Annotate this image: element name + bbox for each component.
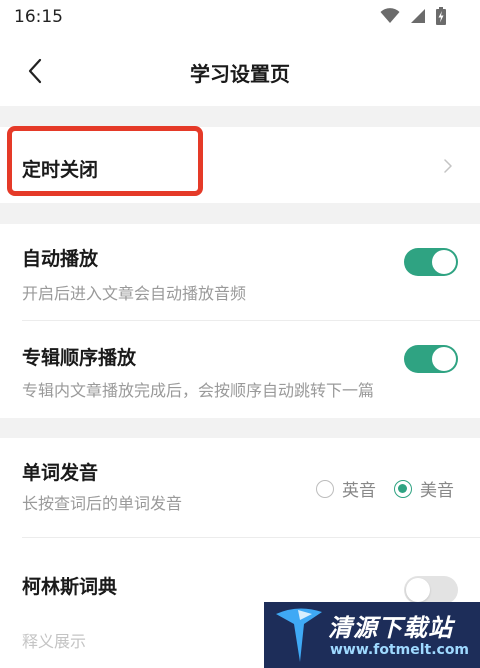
toggle-knob [432, 347, 456, 371]
album-order-toggle[interactable] [404, 345, 458, 373]
chevron-right-icon [444, 159, 452, 173]
watermark-url: www.fotmelt.com [330, 642, 470, 658]
toggle-knob [432, 250, 456, 274]
toggle-knob [406, 578, 430, 602]
auto-play-toggle[interactable] [404, 248, 458, 276]
radio-british[interactable]: 英音 [316, 476, 376, 501]
radio-american[interactable]: 美音 [394, 476, 454, 501]
setting-album-order: 专辑顺序播放 专辑内文章播放完成后，会按顺序自动跳转下一篇 [0, 321, 480, 418]
setting-title: 专辑顺序播放 [22, 347, 137, 369]
radio-circle [316, 479, 334, 498]
setting-word-pronunciation: 单词发音 长按查词后的单词发音 英音 美音 [0, 438, 480, 538]
status-time: 16:15 [14, 7, 63, 27]
radio-label: 英音 [342, 481, 376, 501]
highlight-box [7, 126, 203, 196]
setting-auto-play: 自动播放 开启后进入文章会自动播放音频 [0, 224, 480, 321]
radio-label: 美音 [420, 481, 454, 501]
setting-description: 长按查词后的单词发音 [22, 494, 183, 513]
watermark-logo-icon [276, 608, 322, 662]
page-title: 学习设置页 [190, 62, 290, 86]
status-icons [380, 7, 446, 25]
watermark: 清源下载站 www.fotmelt.com [264, 602, 480, 668]
nav-bar: 学习设置页 [0, 36, 480, 106]
setting-title: 自动播放 [22, 248, 99, 270]
setting-description: 释义展示 [22, 632, 87, 651]
wifi-icon [380, 8, 400, 23]
pronunciation-radio-group: 英音 美音 [316, 476, 454, 501]
collins-toggle[interactable] [404, 576, 458, 604]
setting-description: 专辑内文章播放完成后，会按顺序自动跳转下一篇 [22, 381, 375, 400]
signal-icon [411, 9, 425, 23]
radio-circle [394, 479, 412, 498]
setting-title: 柯林斯词典 [22, 576, 118, 598]
status-bar: 16:15 [0, 0, 480, 36]
watermark-text: 清源下载站 [328, 614, 453, 642]
battery-icon [436, 7, 446, 25]
setting-description: 开启后进入文章会自动播放音频 [22, 284, 247, 303]
setting-title: 单词发音 [22, 462, 99, 484]
